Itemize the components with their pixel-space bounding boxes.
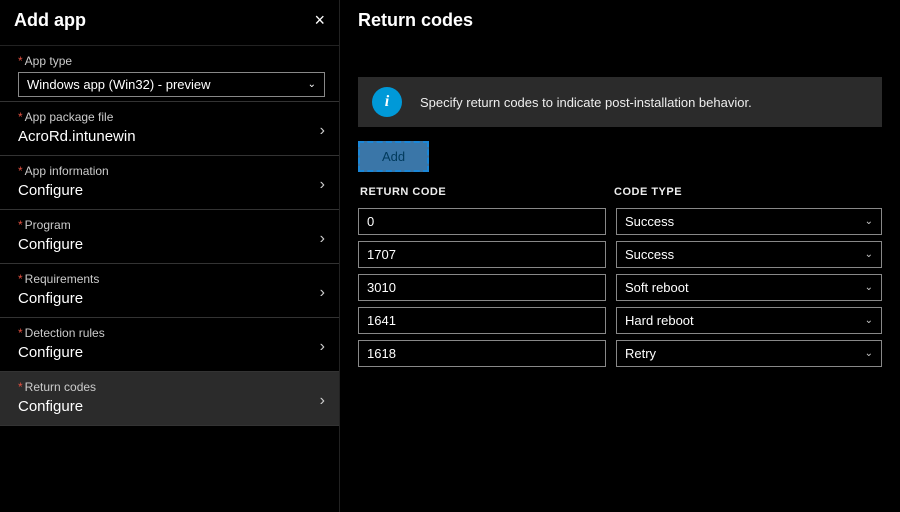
chevron-down-icon: ⌄ <box>865 249 873 260</box>
return-code-input[interactable]: 1641 <box>358 307 606 334</box>
info-text: Specify return codes to indicate post-in… <box>420 95 752 110</box>
close-icon[interactable]: × <box>314 10 325 31</box>
required-asterisk: * <box>18 272 23 286</box>
field-value: Configure <box>18 236 325 259</box>
field-label-text: Detection rules <box>25 326 105 340</box>
field-program[interactable]: *Program Configure› <box>0 210 339 264</box>
field-value: AcroRd.intunewin <box>18 128 325 151</box>
field-label-text: App package file <box>25 110 114 124</box>
chevron-down-icon: ⌄ <box>865 348 873 359</box>
code-type-value: Success <box>625 214 674 229</box>
field-value: Configure <box>18 290 325 313</box>
field-label: *App information <box>18 164 325 178</box>
chevron-right-icon: › <box>320 391 325 409</box>
col-header-type: CODE TYPE <box>608 186 882 198</box>
code-type-select[interactable]: Success ⌄ <box>616 208 882 235</box>
return-code-input[interactable]: 1618 <box>358 340 606 367</box>
field-value: Configure <box>18 398 325 421</box>
panel-title: Add app <box>14 10 86 31</box>
add-button[interactable]: Add <box>358 141 429 172</box>
required-asterisk: * <box>18 380 23 394</box>
chevron-down-icon: ⌄ <box>865 315 873 326</box>
chevron-right-icon: › <box>320 283 325 301</box>
required-asterisk: * <box>18 110 23 124</box>
field-label-text: App information <box>25 164 109 178</box>
code-type-select[interactable]: Success ⌄ <box>616 241 882 268</box>
code-type-value: Soft reboot <box>625 280 689 295</box>
return-code-input[interactable]: 1707 <box>358 241 606 268</box>
chevron-down-icon: ⌄ <box>865 282 873 293</box>
field-label-text: Return codes <box>25 380 96 394</box>
chevron-right-icon: › <box>320 175 325 193</box>
chevron-right-icon: › <box>320 121 325 139</box>
field-value: Configure <box>18 182 325 205</box>
field-label: *Program <box>18 218 325 232</box>
return-code-row: 1641 Hard reboot ⌄ <box>358 307 882 334</box>
code-type-select[interactable]: Retry ⌄ <box>616 340 882 367</box>
field-app-information[interactable]: *App information Configure› <box>0 156 339 210</box>
field-label-text: Program <box>25 218 71 232</box>
code-type-select[interactable]: Hard reboot ⌄ <box>616 307 882 334</box>
field-app-type[interactable]: *App type Windows app (Win32) - preview ⌄ <box>0 46 339 102</box>
required-asterisk: * <box>18 164 23 178</box>
code-type-select[interactable]: Soft reboot ⌄ <box>616 274 882 301</box>
chevron-right-icon: › <box>320 337 325 355</box>
required-asterisk: * <box>18 218 23 232</box>
field-label: *Return codes <box>18 380 325 394</box>
table-header: RETURN CODE CODE TYPE <box>358 182 882 202</box>
field-label: *Detection rules <box>18 326 325 340</box>
code-type-value: Retry <box>625 346 656 361</box>
chevron-down-icon: ⌄ <box>308 79 316 90</box>
return-code-row: 0 Success ⌄ <box>358 208 882 235</box>
info-bar: i Specify return codes to indicate post-… <box>358 77 882 127</box>
col-header-code: RETURN CODE <box>358 186 608 198</box>
left-panel: Add app × *App typeWindows app (Win32) -… <box>0 0 340 512</box>
return-code-row: 1707 Success ⌄ <box>358 241 882 268</box>
right-panel: Return codes i Specify return codes to i… <box>340 0 900 512</box>
return-code-row: 3010 Soft reboot ⌄ <box>358 274 882 301</box>
chevron-right-icon: › <box>320 229 325 247</box>
code-type-value: Hard reboot <box>625 313 694 328</box>
code-type-value: Success <box>625 247 674 262</box>
panel-header: Add app × <box>0 0 339 46</box>
field-label: *App package file <box>18 110 325 124</box>
field-detection-rules[interactable]: *Detection rules Configure› <box>0 318 339 372</box>
field-label: *Requirements <box>18 272 325 286</box>
return-code-row: 1618 Retry ⌄ <box>358 340 882 367</box>
info-icon: i <box>372 87 402 117</box>
field-label-text: Requirements <box>25 272 100 286</box>
dropdown-value: Windows app (Win32) - preview <box>27 77 211 92</box>
field-label: *App type <box>18 54 325 68</box>
app-type-dropdown[interactable]: Windows app (Win32) - preview ⌄ <box>18 72 325 97</box>
return-code-input[interactable]: 0 <box>358 208 606 235</box>
field-value: Configure <box>18 344 325 367</box>
required-asterisk: * <box>18 54 23 68</box>
field-app-package-file[interactable]: *App package file AcroRd.intunewin› <box>0 102 339 156</box>
return-code-input[interactable]: 3010 <box>358 274 606 301</box>
field-return-codes[interactable]: *Return codes Configure› <box>0 372 339 426</box>
right-panel-title: Return codes <box>358 10 882 47</box>
field-label-text: App type <box>25 54 72 68</box>
field-requirements[interactable]: *Requirements Configure› <box>0 264 339 318</box>
required-asterisk: * <box>18 326 23 340</box>
chevron-down-icon: ⌄ <box>865 216 873 227</box>
